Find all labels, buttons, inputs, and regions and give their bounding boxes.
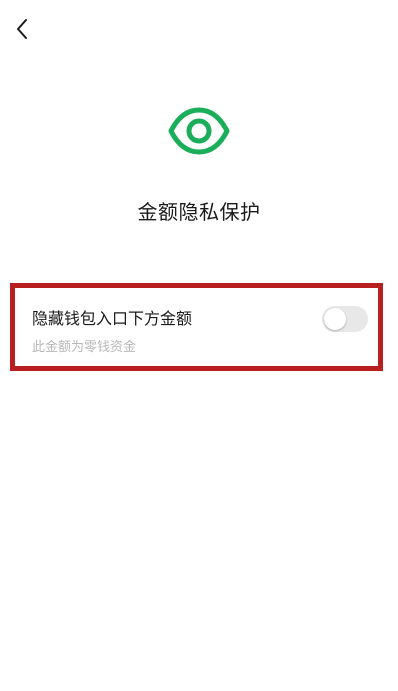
setting-label: 隐藏钱包入口下方金额 bbox=[32, 309, 193, 328]
back-button[interactable] bbox=[8, 14, 36, 44]
eye-icon bbox=[168, 107, 230, 155]
setting-sub-label: 此金额为零钱资金 bbox=[32, 340, 137, 355]
toggle-knob bbox=[324, 308, 346, 330]
setting-row-hide-amount: 隐藏钱包入口下方金额 此金额为零钱资金 bbox=[15, 288, 378, 366]
chevron-left-icon bbox=[17, 19, 27, 39]
privacy-settings-page: { "nav": { "back_icon": "chevron-left-ic… bbox=[0, 0, 398, 691]
page-title: 金额隐私保护 bbox=[137, 200, 261, 224]
hide-amount-toggle[interactable] bbox=[322, 306, 368, 332]
